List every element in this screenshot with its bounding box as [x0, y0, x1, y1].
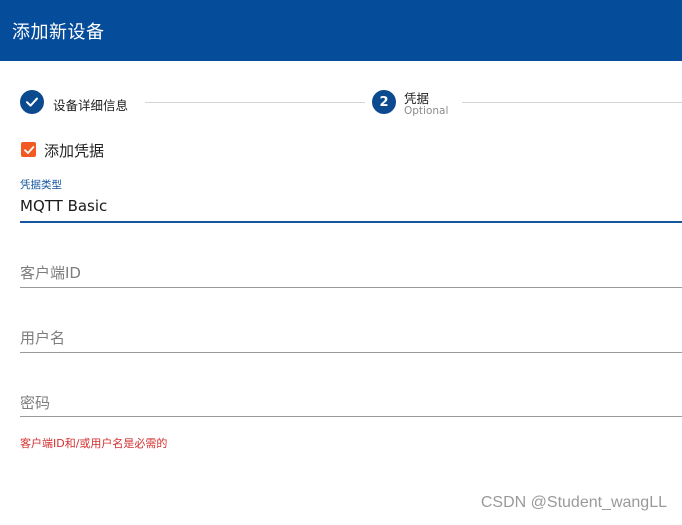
step-connector [145, 102, 365, 103]
password-underline [20, 416, 682, 417]
step-connector-end [462, 102, 682, 103]
add-device-dialog: 添加新设备 设备详细信息 2 凭据 Optional 添加凭据 凭据类型 MQT… [0, 0, 682, 525]
client-id-input[interactable]: 客户端ID [20, 262, 81, 283]
username-input[interactable]: 用户名 [20, 327, 65, 348]
step-2-optional: Optional [404, 105, 449, 117]
client-id-underline [20, 287, 682, 288]
credentials-type-select[interactable]: MQTT Basic [20, 197, 107, 215]
step-1-label[interactable]: 设备详细信息 [53, 95, 128, 114]
username-underline [20, 352, 682, 353]
dialog-title: 添加新设备 [12, 21, 105, 43]
credentials-type-label: 凭据类型 [20, 179, 62, 191]
step-2-number[interactable]: 2 [372, 90, 396, 114]
add-credentials-label[interactable]: 添加凭据 [44, 140, 104, 161]
password-input[interactable]: 密码 [20, 392, 50, 413]
check-icon [26, 97, 38, 107]
step-1-check-icon[interactable] [20, 90, 44, 114]
dialog-header: 添加新设备 [0, 0, 682, 61]
stepper: 设备详细信息 2 凭据 Optional [0, 86, 682, 122]
add-credentials-checkbox[interactable] [21, 142, 36, 157]
watermark: CSDN @Student_wangLL [480, 494, 667, 511]
check-icon [23, 145, 34, 154]
credentials-error-message: 客户端ID和/或用户名是必需的 [20, 437, 168, 450]
credentials-type-underline [20, 221, 682, 223]
